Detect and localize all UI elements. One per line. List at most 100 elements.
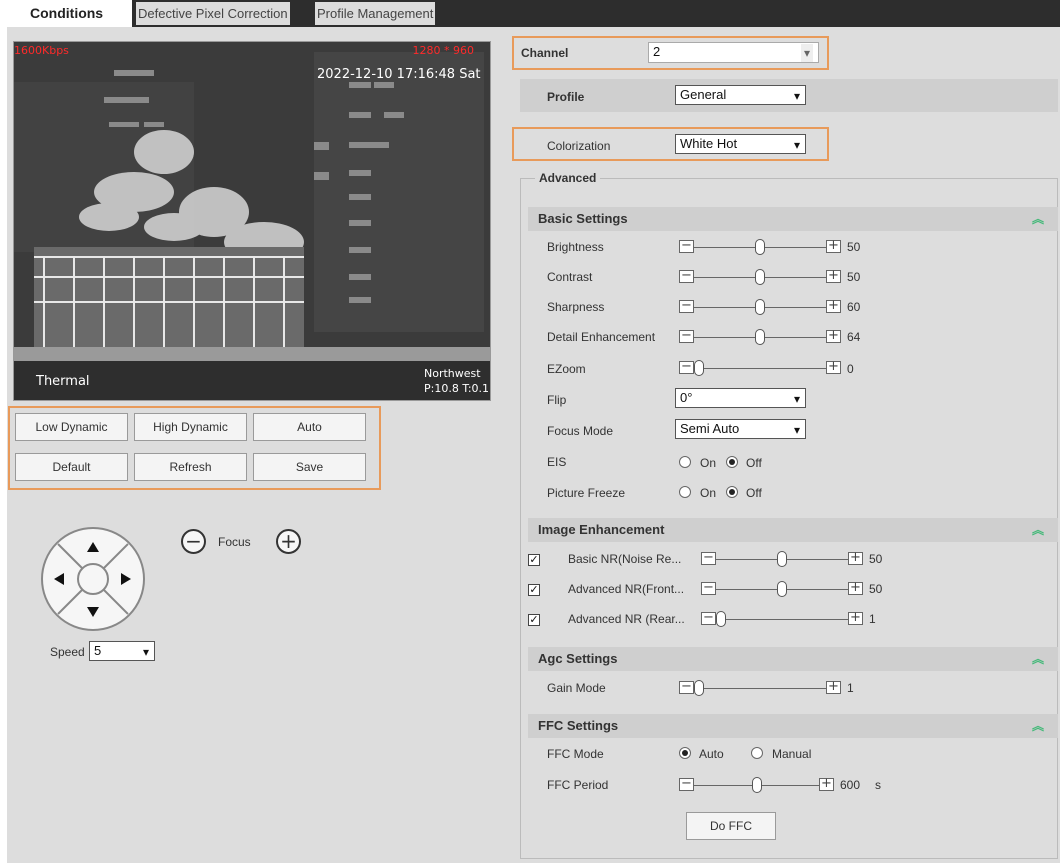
detail-enhancement-slider[interactable]: − +: [679, 329, 841, 345]
slider-minus-icon[interactable]: −: [679, 269, 694, 283]
basic-nr-slider[interactable]: − +: [701, 551, 863, 567]
collapse-up-icon[interactable]: ︽: [1032, 714, 1044, 738]
chevron-down-icon: ▾: [793, 423, 800, 437]
contrast-label: Contrast: [547, 270, 593, 284]
collapse-up-icon[interactable]: ︽: [1032, 207, 1044, 231]
collapse-up-icon[interactable]: ︽: [1032, 518, 1044, 542]
ptz-up-icon[interactable]: [87, 542, 99, 552]
focus-minus-icon[interactable]: −: [181, 529, 206, 554]
brightness-slider[interactable]: − +: [679, 239, 841, 255]
slider-plus-icon[interactable]: +: [819, 777, 834, 791]
slider-knob[interactable]: [755, 239, 765, 255]
ffc-auto-radio[interactable]: [679, 747, 691, 759]
detail-enhancement-label: Detail Enhancement: [547, 330, 656, 344]
do-ffc-button[interactable]: Do FFC: [686, 812, 776, 840]
gain-mode-slider[interactable]: − +: [679, 680, 841, 696]
auto-button[interactable]: Auto: [253, 413, 366, 441]
ptz-center-button[interactable]: [77, 563, 109, 595]
slider-knob[interactable]: [777, 551, 787, 567]
slider-plus-icon[interactable]: +: [826, 680, 841, 694]
eis-label: EIS: [547, 455, 567, 469]
focus-plus-icon[interactable]: +: [276, 529, 301, 554]
contrast-slider[interactable]: − +: [679, 269, 841, 285]
slider-minus-icon[interactable]: −: [701, 581, 716, 595]
slider-minus-icon[interactable]: −: [679, 777, 694, 791]
chevron-down-icon: ▾: [800, 44, 813, 62]
agc-settings-header[interactable]: Agc Settings ︽: [528, 647, 1058, 671]
save-button[interactable]: Save: [253, 453, 366, 481]
ffc-period-value: 600: [840, 778, 861, 792]
profile-select[interactable]: General ▾: [675, 85, 806, 105]
freeze-off-radio[interactable]: [726, 486, 738, 498]
advanced-nr-front-slider[interactable]: − +: [701, 581, 863, 597]
tab-conditions[interactable]: Conditions: [0, 0, 132, 27]
channel-select[interactable]: 2 ▾: [648, 42, 819, 63]
brightness-label: Brightness: [547, 240, 604, 254]
image-enhancement-title: Image Enhancement: [538, 522, 665, 537]
ffc-auto-label: Auto: [699, 747, 724, 761]
slider-plus-icon[interactable]: +: [848, 581, 863, 595]
slider-minus-icon[interactable]: −: [679, 680, 694, 694]
slider-plus-icon[interactable]: +: [826, 239, 841, 253]
tab-defective-pixel-correction[interactable]: Defective Pixel Correction: [136, 2, 290, 25]
freeze-on-radio[interactable]: [679, 486, 691, 498]
ffc-manual-radio[interactable]: [751, 747, 763, 759]
slider-minus-icon[interactable]: −: [679, 360, 694, 374]
slider-minus-icon[interactable]: −: [679, 299, 694, 313]
colorization-select[interactable]: White Hot ▾: [675, 134, 806, 154]
tab-profile-management[interactable]: Profile Management: [315, 2, 436, 25]
speed-value: 5: [94, 643, 102, 658]
slider-plus-icon[interactable]: +: [826, 299, 841, 313]
eis-on-radio[interactable]: [679, 456, 691, 468]
focus-mode-select[interactable]: Semi Auto ▾: [675, 419, 806, 439]
speed-select[interactable]: 5 ▾: [89, 641, 155, 661]
slider-knob[interactable]: [755, 299, 765, 315]
ffc-settings-header[interactable]: FFC Settings ︽: [528, 714, 1058, 738]
ptz-left-icon[interactable]: [54, 573, 64, 585]
slider-minus-icon[interactable]: −: [679, 239, 694, 253]
refresh-button[interactable]: Refresh: [134, 453, 247, 481]
flip-select[interactable]: 0° ▾: [675, 388, 806, 408]
advanced-legend: Advanced: [535, 171, 601, 185]
direction-overlay: Northwest: [424, 367, 481, 380]
basic-nr-checkbox[interactable]: ✓: [528, 554, 540, 566]
slider-plus-icon[interactable]: +: [826, 269, 841, 283]
slider-knob[interactable]: [777, 581, 787, 597]
video-preview[interactable]: 1600Kbps 1280 * 960 2022-12-10 17:16:48 …: [13, 41, 491, 401]
basic-settings-header[interactable]: Basic Settings ︽: [528, 207, 1058, 231]
slider-plus-icon[interactable]: +: [826, 329, 841, 343]
slider-track[interactable]: [694, 368, 826, 369]
slider-track[interactable]: [716, 619, 848, 620]
slider-knob[interactable]: [716, 611, 726, 627]
low-dynamic-button[interactable]: Low Dynamic: [15, 413, 128, 441]
detail-enhancement-value: 64: [847, 330, 861, 344]
default-button[interactable]: Default: [15, 453, 128, 481]
advanced-nr-rear-slider[interactable]: − +: [701, 611, 863, 627]
ffc-period-slider[interactable]: − +: [679, 777, 834, 793]
image-enhancement-header[interactable]: Image Enhancement ︽: [528, 518, 1058, 542]
sharpness-value: 60: [847, 300, 861, 314]
slider-knob[interactable]: [755, 329, 765, 345]
slider-minus-icon[interactable]: −: [701, 611, 716, 625]
ptz-right-icon[interactable]: [121, 573, 131, 585]
collapse-up-icon[interactable]: ︽: [1032, 647, 1044, 671]
slider-minus-icon[interactable]: −: [679, 329, 694, 343]
slider-knob[interactable]: [755, 269, 765, 285]
slider-track[interactable]: [694, 688, 826, 689]
ezoom-slider[interactable]: − +: [679, 360, 841, 376]
advanced-nr-rear-value: 1: [869, 612, 876, 626]
slider-knob[interactable]: [694, 680, 704, 696]
advanced-nr-front-checkbox[interactable]: ✓: [528, 584, 540, 596]
advanced-nr-rear-checkbox[interactable]: ✓: [528, 614, 540, 626]
slider-plus-icon[interactable]: +: [826, 360, 841, 374]
slider-minus-icon[interactable]: −: [701, 551, 716, 565]
sharpness-slider[interactable]: − +: [679, 299, 841, 315]
slider-knob[interactable]: [694, 360, 704, 376]
slider-plus-icon[interactable]: +: [848, 551, 863, 565]
ptz-down-icon[interactable]: [87, 607, 99, 617]
eis-off-radio[interactable]: [726, 456, 738, 468]
profile-label: Profile: [547, 90, 585, 104]
high-dynamic-button[interactable]: High Dynamic: [134, 413, 247, 441]
slider-plus-icon[interactable]: +: [848, 611, 863, 625]
slider-knob[interactable]: [751, 777, 762, 793]
